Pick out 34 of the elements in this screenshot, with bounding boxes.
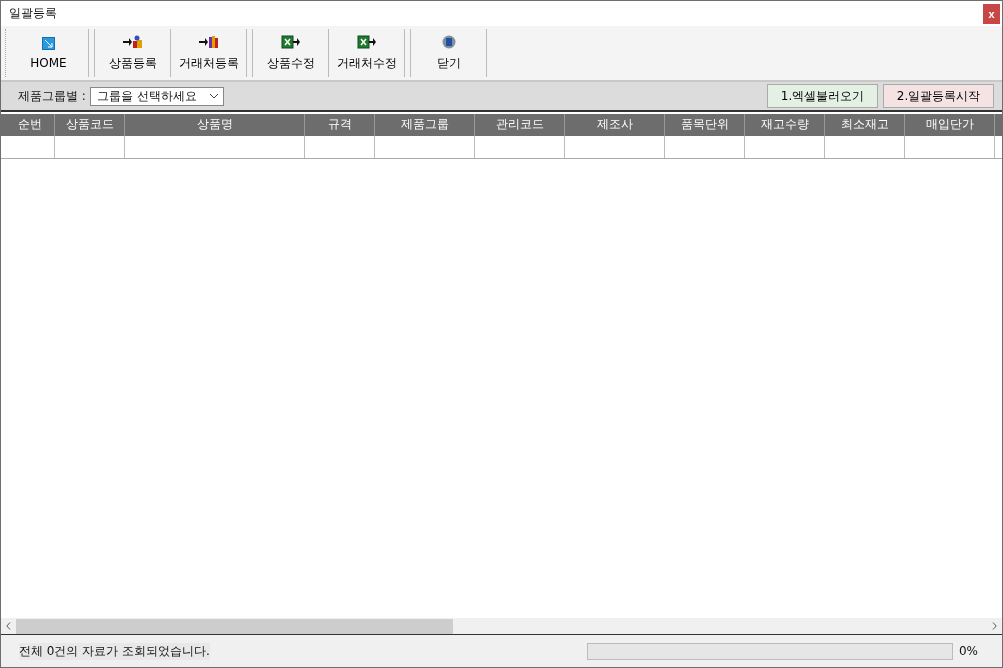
status-message: 전체 0건의 자료가 조회되었습니다. xyxy=(19,642,210,660)
close-button[interactable]: x xyxy=(983,3,1000,24)
spreadsheet-arrow-icon xyxy=(280,34,301,49)
toolbar-button[interactable]: 닫기 xyxy=(411,29,487,77)
spreadsheet-arrow-icon xyxy=(356,34,377,49)
column-header[interactable]: 상품명 xyxy=(125,114,305,136)
toolbar-button[interactable]: HOME xyxy=(9,29,89,77)
action-button[interactable]: 1.엑셀불러오기 xyxy=(767,84,878,108)
column-header[interactable]: 관리코드 xyxy=(475,114,565,136)
arrow-boxes-icon xyxy=(122,34,143,49)
column-header[interactable]: 순번 xyxy=(5,114,55,136)
column-header[interactable]: 제품그룹 xyxy=(375,114,475,136)
square-icon xyxy=(42,36,55,50)
scroll-left-icon[interactable] xyxy=(6,622,11,630)
group-dropdown[interactable]: 그룹을 선택하세요 xyxy=(89,86,224,106)
action-button[interactable]: 2.일괄등록시작 xyxy=(883,84,994,108)
chevron-down-icon xyxy=(208,93,219,99)
column-header[interactable]: 재고수량 xyxy=(745,114,825,136)
toolbar-button[interactable]: 상품등록 xyxy=(95,29,171,77)
toolbar-button[interactable]: 거래처수정 xyxy=(329,29,405,77)
window-title: 일괄등록 xyxy=(9,5,58,22)
toolbar-button[interactable]: 상품수정 xyxy=(253,29,329,77)
toolbar-button[interactable]: 거래처등록 xyxy=(171,29,247,77)
column-header[interactable]: 매입단가 xyxy=(905,114,995,136)
column-header[interactable]: 제조사 xyxy=(565,114,665,136)
arrow-books-icon xyxy=(198,34,219,49)
horizontal-scrollbar[interactable] xyxy=(1,618,1002,634)
filter-label: 제품그룹별 : xyxy=(18,87,86,105)
scroll-right-icon[interactable] xyxy=(992,622,997,630)
column-header[interactable]: 상품코드 xyxy=(55,114,125,136)
column-header[interactable]: 품목단위 xyxy=(665,114,745,136)
column-header[interactable]: 규격 xyxy=(305,114,375,136)
progress-percent: 0% xyxy=(958,644,978,658)
column-header[interactable]: 최소재고 xyxy=(825,114,905,136)
